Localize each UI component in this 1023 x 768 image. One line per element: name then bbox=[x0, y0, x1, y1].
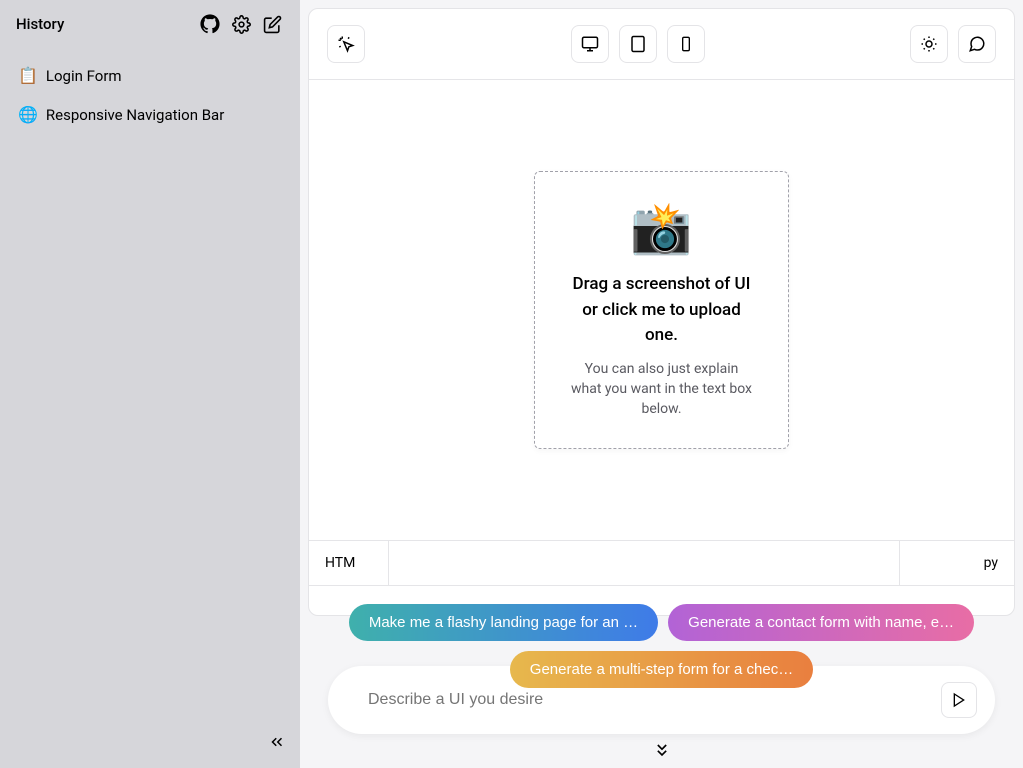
clipboard-icon: 📋 bbox=[18, 66, 38, 85]
sidebar-item-responsive-nav[interactable]: 🌐 Responsive Navigation Bar bbox=[0, 95, 300, 134]
sidebar-header: History bbox=[0, 0, 300, 48]
sidebar-item-login-form[interactable]: 📋 Login Form bbox=[0, 56, 300, 95]
action-right-label[interactable]: py bbox=[899, 541, 1014, 585]
dropzone-title: Drag a screenshot of UI or click me to u… bbox=[571, 272, 752, 349]
sidebar-item-label: Login Form bbox=[46, 67, 122, 85]
chip-contact-form[interactable]: Generate a contact form with name, e… bbox=[668, 604, 974, 641]
mobile-icon[interactable] bbox=[667, 25, 705, 63]
action-row: HTM py bbox=[309, 540, 1014, 585]
sidebar: History 📋 Login Form 🌐 Responsive Naviga… bbox=[0, 0, 300, 768]
sidebar-items: 📋 Login Form 🌐 Responsive Navigation Bar bbox=[0, 48, 300, 142]
main-area: 📸 Drag a screenshot of UI or click me to… bbox=[300, 0, 1023, 768]
github-icon[interactable] bbox=[198, 12, 222, 36]
chat-icon[interactable] bbox=[958, 25, 996, 63]
action-left-label[interactable]: HTM bbox=[309, 541, 389, 585]
sidebar-icons bbox=[198, 12, 284, 36]
globe-icon: 🌐 bbox=[18, 105, 38, 124]
upload-dropzone[interactable]: 📸 Drag a screenshot of UI or click me to… bbox=[534, 171, 789, 448]
gear-icon[interactable] bbox=[230, 13, 253, 36]
canvas-toolbar bbox=[309, 9, 1014, 80]
expand-down-button[interactable] bbox=[308, 734, 1015, 760]
sidebar-title: History bbox=[16, 15, 64, 33]
collapse-sidebar-button[interactable] bbox=[268, 733, 286, 754]
suggestion-chips: Make me a flashy landing page for an … G… bbox=[332, 604, 992, 688]
chip-multi-step-form[interactable]: Generate a multi-step form for a chec… bbox=[510, 651, 813, 688]
prompt-input[interactable] bbox=[368, 691, 941, 709]
prompt-area: Make me a flashy landing page for an … G… bbox=[308, 616, 1015, 760]
sidebar-item-label: Responsive Navigation Bar bbox=[46, 106, 224, 124]
camera-icon: 📸 bbox=[571, 200, 752, 258]
canvas-panel: 📸 Drag a screenshot of UI or click me to… bbox=[308, 8, 1015, 616]
dropzone-subtitle: You can also just explain what you want … bbox=[571, 359, 752, 420]
canvas-body: 📸 Drag a screenshot of UI or click me to… bbox=[309, 80, 1014, 540]
desktop-icon[interactable] bbox=[571, 25, 609, 63]
chip-landing-page[interactable]: Make me a flashy landing page for an … bbox=[349, 604, 658, 641]
sun-icon[interactable] bbox=[910, 25, 948, 63]
cursor-click-icon[interactable] bbox=[327, 25, 365, 63]
edit-icon[interactable] bbox=[261, 13, 284, 36]
tablet-icon[interactable] bbox=[619, 25, 657, 63]
